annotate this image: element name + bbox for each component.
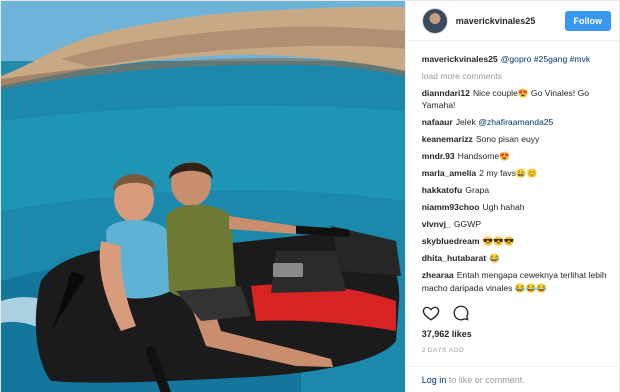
login-link[interactable]: Log in (422, 375, 447, 385)
list-item: marla_amelia 2 my favs😄😊 (422, 167, 614, 180)
caption: maverickvinales25 @gopro #25gang #mvk (422, 53, 614, 66)
list-item: dianndari12 Nice couple😍 Go Vinales! Go Y… (422, 87, 614, 112)
list-item: mndr.93 Handsome😍 (422, 150, 614, 163)
comment-text: GGWP (453, 219, 482, 230)
comment-footer: Log in to like or comment. (405, 366, 620, 392)
post-timestamp[interactable]: 2 DAYS AGO (422, 347, 465, 354)
comment-text: 😎😎😎 (482, 236, 515, 247)
comment-text: Handsome😍 (457, 151, 510, 162)
comment-icon[interactable] (452, 304, 470, 322)
avatar[interactable] (421, 7, 448, 34)
comment-username[interactable]: keanemarizz (422, 134, 473, 144)
comment-text: Sono pisan euyy (475, 134, 540, 145)
post-actions (422, 304, 470, 322)
comment-username[interactable]: dhita_hutabarat (422, 253, 486, 263)
comment-username[interactable]: marla_amelia (422, 168, 476, 178)
list-item: hakkatofu Grapa (422, 184, 614, 197)
caption-text[interactable]: @gopro #25gang #mvk (501, 54, 590, 64)
comment-text: Grapa (465, 185, 490, 196)
selfie-jetski-image (1, 1, 405, 392)
comment-username[interactable]: niamm93choo (422, 202, 480, 212)
comment-list: maverickvinales25 @gopro #25gang #mvk loa… (422, 53, 614, 299)
post-photo[interactable] (1, 1, 405, 392)
list-item: zhearaa Entah mengapa ceweknya terlihat l… (422, 269, 614, 294)
comment-text: 😂 (489, 253, 500, 264)
header-username[interactable]: maverickvinales25 (456, 16, 565, 26)
comment-username[interactable]: skybluedream (422, 236, 480, 246)
comment-text: Ugh hahah (482, 202, 525, 213)
instagram-post: maverickvinales25 Follow maverickvinales… (0, 0, 620, 392)
list-item: skybluedream 😎😎😎 (422, 235, 614, 248)
list-item: vlvnvj_ GGWP (422, 218, 614, 231)
comment-username[interactable]: zhearaa (422, 270, 454, 280)
comment-username[interactable]: hakkatofu (422, 185, 463, 195)
comment-username[interactable]: vlvnvj_ (422, 219, 451, 229)
comment-username[interactable]: nafaaur (422, 117, 453, 127)
list-item: dhita_hutabarat 😂 (422, 252, 614, 265)
load-more-comments-link[interactable]: load more comments (422, 71, 614, 81)
post-header: maverickvinales25 Follow (405, 1, 619, 41)
post-sidebar: maverickvinales25 Follow maverickvinales… (404, 1, 620, 392)
mention-link[interactable]: @zhafiraamanda25 (478, 117, 553, 127)
comment-text: Jelek @zhafiraamanda25 (455, 117, 554, 128)
comment-text: 2 my favs😄😊 (479, 168, 538, 179)
heart-icon[interactable] (422, 304, 440, 322)
list-item: keanemarizz Sono pisan euyy (422, 133, 614, 146)
comment-username[interactable]: mndr.93 (422, 151, 455, 161)
caption-username[interactable]: maverickvinales25 (422, 54, 498, 64)
follow-button[interactable]: Follow (564, 10, 611, 31)
like-count[interactable]: 37,962 likes (422, 329, 472, 339)
list-item: niamm93choo Ugh hahah (422, 201, 614, 214)
list-item: nafaaur Jelek @zhafiraamanda25 (422, 116, 614, 129)
footer-text: to like or comment. (446, 375, 525, 385)
comment-username[interactable]: dianndari12 (422, 88, 470, 98)
